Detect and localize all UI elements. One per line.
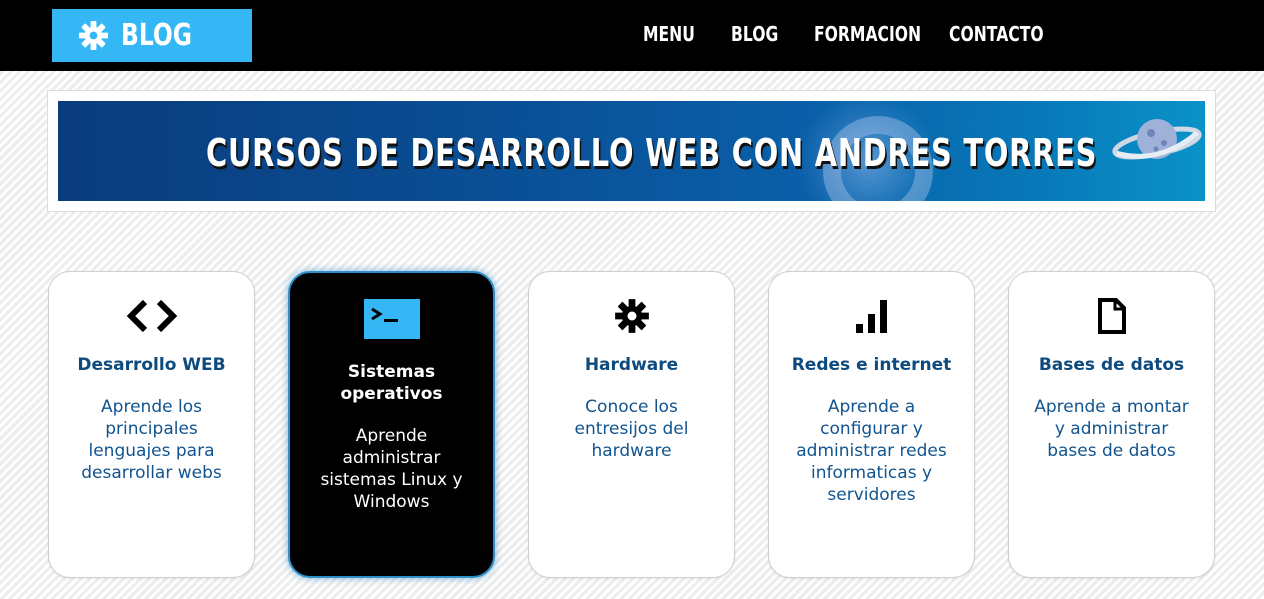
nav-link-contacto[interactable]: CONTACTO [949,22,1044,46]
terminal-icon [363,299,420,339]
logo-text: BLOG [121,18,193,53]
course-banner: CURSOS DE DESARROLLO WEB CON ANDRES TORR… [58,101,1205,201]
document-icon [1097,298,1126,334]
card-desarrollo-web[interactable]: Desarrollo WEB Aprende los principales l… [48,271,255,578]
banner-title: CURSOS DE DESARROLLO WEB CON ANDRES TORR… [206,131,1098,175]
card-description: Conoce los entresijos del hardware [574,397,689,461]
card-hardware[interactable]: Hardware Conoce los entresijos del hardw… [528,271,735,578]
card-title: Sistemas operativos [340,362,443,404]
top-navbar: BLOG MENU BLOG FORMACION CONTACTO [0,0,1264,71]
code-icon [126,299,177,333]
nav-link-menu[interactable]: MENU [643,22,695,46]
nav-link-blog[interactable]: BLOG [731,22,778,46]
card-title: Redes e internet [791,355,952,375]
gear-icon [614,299,649,333]
card-description: Aprende a configurar y administrar redes… [796,397,947,505]
blog-logo[interactable]: BLOG [52,9,252,62]
gear-icon [78,20,109,51]
card-title: Desarrollo WEB [77,355,226,375]
card-description: Aprende a montar y administrar bases de … [1034,397,1189,461]
card-description: Aprende los principales lenguajes para d… [81,397,222,483]
planet-icon [1112,119,1202,160]
signal-icon [855,300,887,333]
banner-frame: CURSOS DE DESARROLLO WEB CON ANDRES TORR… [47,90,1216,212]
card-title: Hardware [584,355,679,375]
card-title: Bases de datos [1038,355,1185,375]
nav-link-formacion[interactable]: FORMACION [814,22,921,46]
card-redes-internet[interactable]: Redes e internet Aprende a configurar y … [768,271,975,578]
card-bases-datos[interactable]: Bases de datos Aprende a montar y admini… [1008,271,1215,578]
card-description: Aprende administrar sistemas Linux y Win… [320,426,463,512]
card-sistemas-operativos[interactable]: Sistemas operativos Aprende administrar … [288,271,495,578]
